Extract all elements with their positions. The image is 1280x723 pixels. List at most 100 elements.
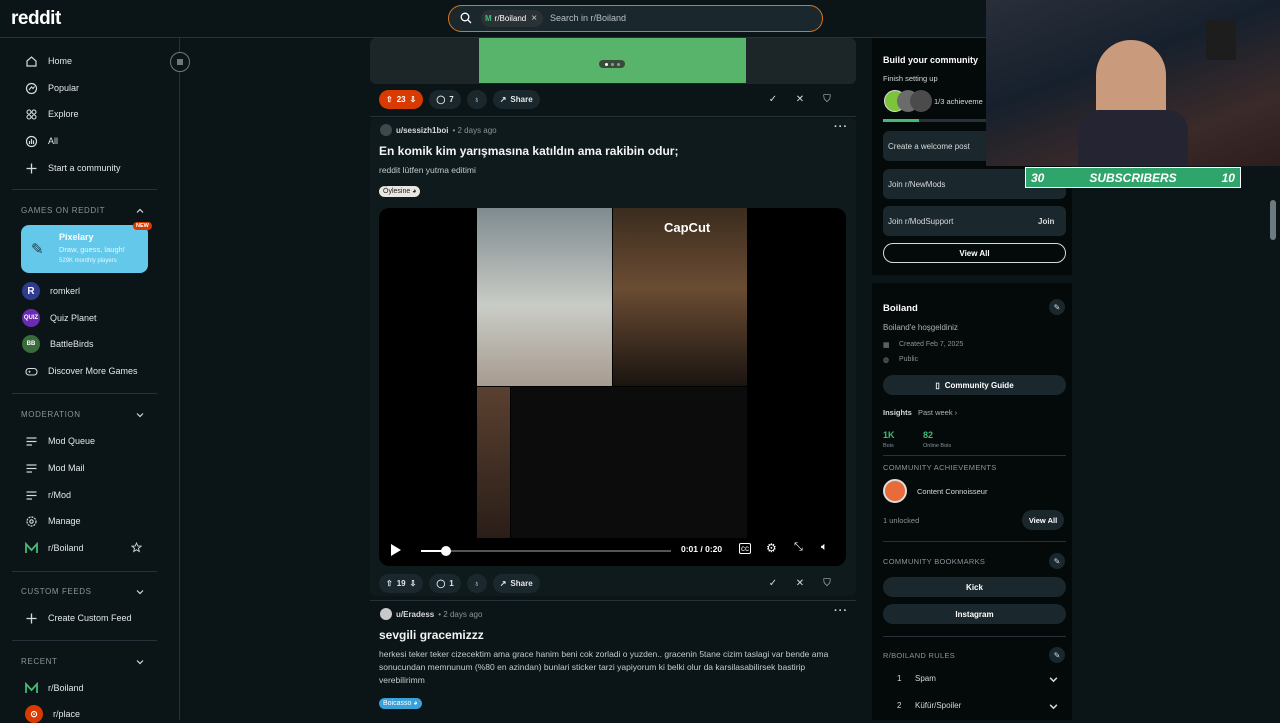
badge-icon (910, 90, 932, 112)
video-player[interactable]: CapCut 0:01 / 0:20 cc ⚙ ⤡ 🔈︎ (379, 208, 846, 566)
sidebar-item-battlebirds[interactable]: BB BattleBirds (22, 335, 94, 353)
more-options-icon[interactable]: ··· (834, 605, 848, 617)
comments-button[interactable]: ◯ 1 (429, 573, 461, 593)
sidebar-item-r-mod[interactable]: r/Mod (25, 486, 71, 504)
share-button[interactable]: ↗ Share (492, 573, 540, 593)
downvote-icon[interactable]: ⇩ (410, 95, 417, 104)
games-heading: GAMES ON REDDIT (21, 206, 106, 215)
join-button[interactable]: Join (1038, 217, 1054, 226)
sidebar-item-all[interactable]: All (25, 132, 58, 150)
mail-icon (26, 463, 37, 473)
edit-icon[interactable]: ✎ (1049, 299, 1065, 315)
section-divider (883, 541, 1066, 542)
post-card[interactable]: u/Eradess • 2 days ago ··· sevgili grace… (370, 602, 856, 720)
video-scrubber[interactable] (441, 546, 451, 556)
sidebar-item-create-custom-feed[interactable]: Create Custom Feed (25, 609, 132, 627)
post-author[interactable]: u/Eradess • 2 days ago (380, 608, 482, 620)
pixelary-game-card[interactable]: ✎ Pixelary Draw, guess, laugh! 529K mont… (21, 225, 148, 273)
sidebar-item-home[interactable]: Home (25, 52, 72, 70)
award-icon: ♁ (473, 94, 480, 104)
queue-icon (26, 436, 37, 446)
edit-icon[interactable]: ✎ (1049, 647, 1065, 663)
previous-post-media[interactable] (370, 38, 856, 84)
post-flair[interactable]: Öylesine ◕ (379, 186, 421, 197)
vote-pill[interactable]: ⇧ 23 ⇩ (379, 89, 424, 109)
sidebar-item-start-community[interactable]: Start a community (25, 159, 121, 177)
home-icon (26, 55, 37, 67)
remove-icon[interactable]: ✕ (792, 575, 808, 591)
guide-icon: ▯ (935, 380, 940, 390)
star-icon[interactable] (131, 542, 142, 553)
rule-label[interactable]: Küfür/Spoiler (915, 701, 961, 710)
award-button[interactable]: ♁ (466, 89, 487, 109)
chevron-down-icon[interactable] (1049, 675, 1058, 684)
downvote-icon[interactable]: ⇩ (410, 579, 417, 588)
sidebar-item-manage[interactable]: Manage (25, 512, 81, 530)
bookmark-instagram-button[interactable]: Instagram (883, 604, 1066, 624)
approve-icon[interactable]: ✓ (765, 91, 781, 107)
bookmark-kick-button[interactable]: Kick (883, 577, 1066, 597)
remove-chip-icon[interactable]: × (531, 13, 537, 24)
chevron-down-icon[interactable] (136, 658, 144, 666)
author-name[interactable]: u/Eradess (396, 610, 434, 619)
video-timeline[interactable] (421, 546, 671, 556)
rule-label[interactable]: Spam (915, 674, 936, 683)
post-title[interactable]: En komik kim yarışmasına katıldın ama ra… (379, 144, 678, 158)
sidebar-item-r-boiland[interactable]: r/Boiland (25, 539, 84, 557)
vote-pill[interactable]: ⇧ 19 ⇩ (379, 573, 424, 593)
shield-icon[interactable]: ⛉ (819, 91, 835, 107)
gamepad-icon (25, 367, 38, 376)
sidebar-item-quiz-planet[interactable]: QUIZ Quiz Planet (22, 309, 97, 327)
award-icon: ♁ (473, 578, 480, 588)
play-icon[interactable] (389, 543, 402, 557)
comments-button[interactable]: ◯ 7 (429, 89, 461, 109)
post-divider (370, 600, 856, 601)
view-all-tasks-button[interactable]: View All (883, 243, 1066, 263)
sidebar-item-recent-boiland[interactable]: r/Boiland (25, 679, 84, 697)
fullscreen-icon[interactable]: ⤡ (794, 541, 803, 554)
chevron-down-icon[interactable] (136, 588, 144, 596)
carousel-dots[interactable] (599, 60, 625, 68)
post-flair[interactable]: Boicasso ◕ (379, 698, 422, 709)
volume-icon[interactable]: 🔈︎ (821, 541, 828, 554)
author-name[interactable]: u/sessizh1boi (396, 126, 448, 135)
captions-icon[interactable]: cc (739, 543, 751, 554)
new-badge: NEW (133, 222, 152, 230)
insights-period[interactable]: Past week › (918, 408, 957, 417)
page-scrollbar[interactable] (1270, 200, 1276, 240)
chevron-down-icon[interactable] (136, 411, 144, 419)
post-card[interactable]: u/sessizh1boi • 2 days ago ··· En komik … (370, 118, 856, 596)
task-join-modsupport[interactable]: Join r/ModSupport Join (883, 206, 1066, 236)
post-title[interactable]: sevgili gracemizzz (379, 628, 484, 642)
remove-icon[interactable]: ✕ (792, 91, 808, 107)
search-community-chip[interactable]: M r/Boiland × (481, 10, 544, 27)
post-body: herkesi teker teker cizecektim ama grace… (379, 649, 829, 685)
chevron-up-icon[interactable] (136, 207, 144, 215)
search-bar[interactable]: M r/Boiland × Search in r/Boiland (448, 5, 823, 32)
upvote-icon[interactable]: ⇧ (386, 579, 393, 588)
community-guide-button[interactable]: ▯ Community Guide (883, 375, 1066, 395)
sidebar-item-mod-mail[interactable]: Mod Mail (25, 459, 85, 477)
sidebar-item-romkerl[interactable]: R romkerl (22, 282, 80, 300)
settings-icon[interactable]: ⚙ (766, 541, 777, 555)
shield-icon[interactable]: ⛉ (819, 575, 835, 591)
chevron-down-icon[interactable] (1049, 702, 1058, 711)
post-author[interactable]: u/sessizh1boi • 2 days ago (380, 124, 497, 136)
subscriber-goal-bar: 30 SUBSCRIBERS 10 (1025, 167, 1241, 188)
share-button[interactable]: ↗ Share (492, 89, 540, 109)
sidebar-item-popular[interactable]: Popular (25, 79, 79, 97)
sidebar-item-discover-games[interactable]: Discover More Games (25, 362, 138, 380)
sidebar-item-recent-place[interactable]: ⊙ r/place (25, 705, 80, 723)
upvote-icon[interactable]: ⇧ (386, 95, 393, 104)
view-all-achievements-button[interactable]: View All (1022, 510, 1064, 530)
custom-feeds-heading: CUSTOM FEEDS (21, 587, 92, 596)
edit-icon[interactable]: ✎ (1049, 553, 1065, 569)
collapse-sidebar-button[interactable] (170, 52, 190, 72)
approve-icon[interactable]: ✓ (765, 575, 781, 591)
award-button[interactable]: ♁ (466, 573, 487, 593)
more-options-icon[interactable]: ··· (834, 121, 848, 133)
community-description: Boiland'e hoşgeldiniz (883, 323, 958, 332)
reddit-logo[interactable]: reddit (11, 8, 61, 30)
sidebar-item-explore[interactable]: Explore (25, 105, 79, 123)
sidebar-item-mod-queue[interactable]: Mod Queue (25, 432, 95, 450)
